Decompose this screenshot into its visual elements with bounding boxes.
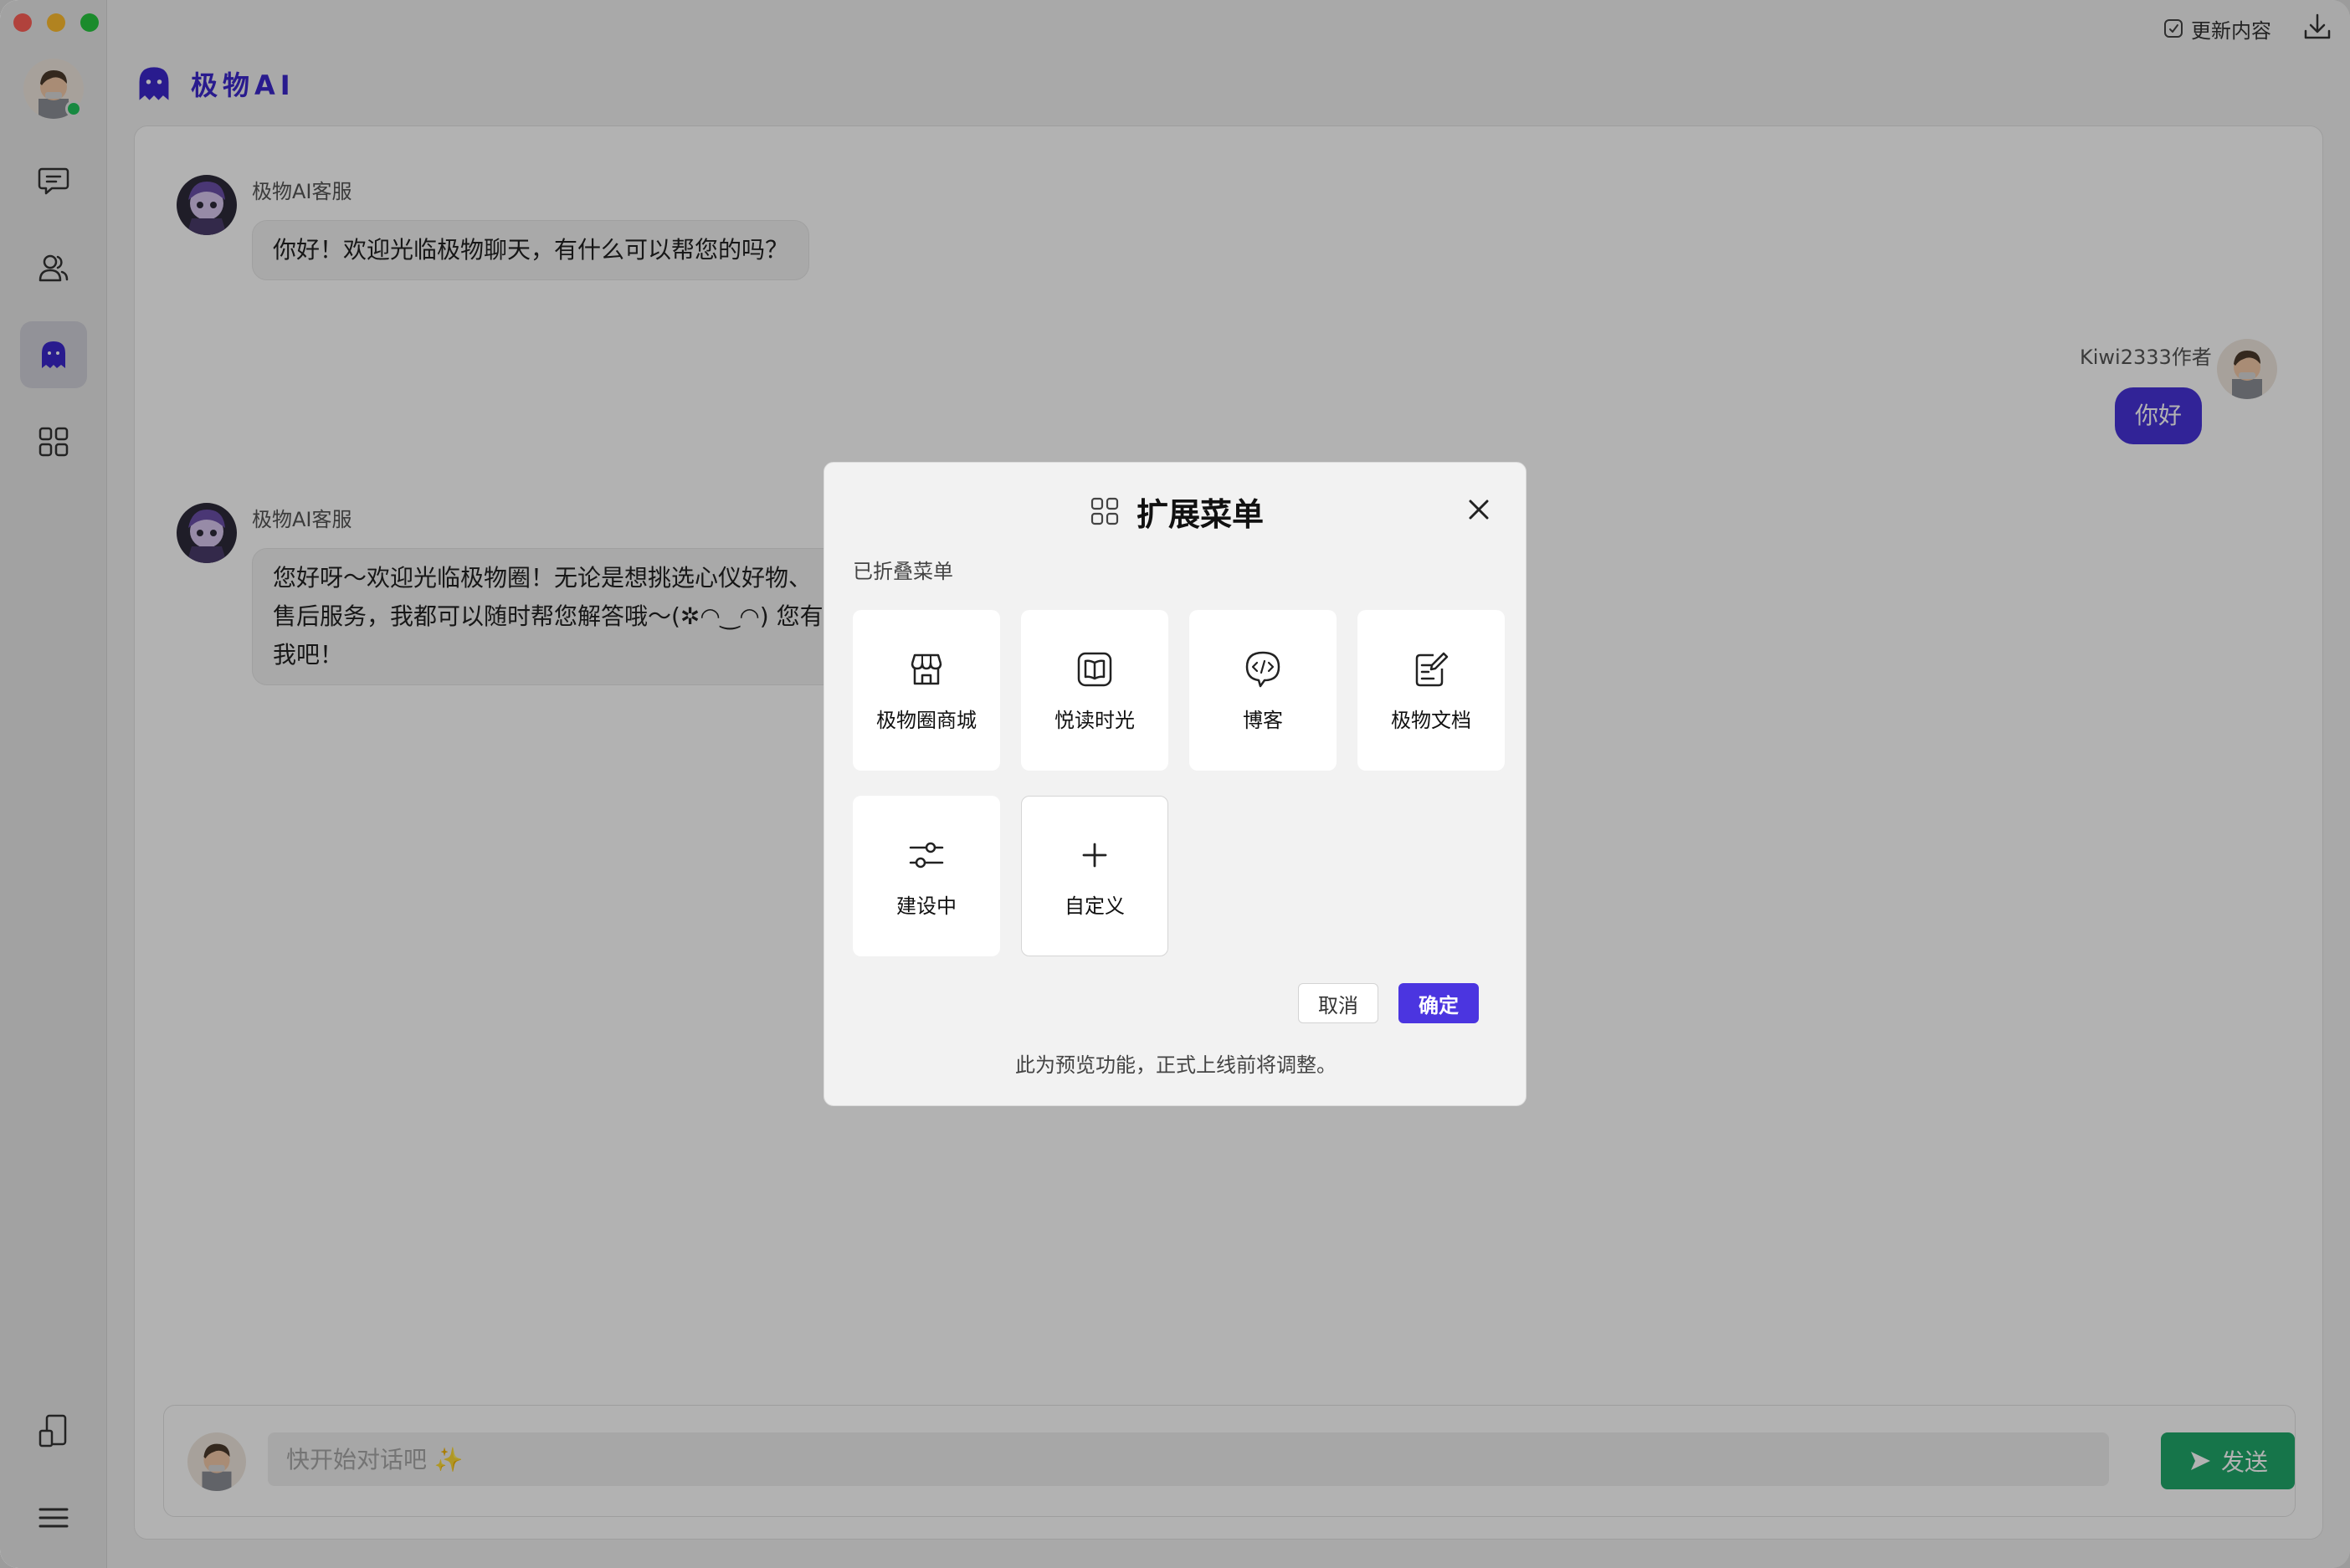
bot-avatar-illustration [177, 175, 237, 235]
minimize-window-button[interactable] [47, 13, 65, 32]
sidebar [0, 0, 107, 1568]
update-label: 更新内容 [2191, 18, 2271, 43]
brand-name: 极物AI [191, 69, 295, 101]
device-icon [38, 1414, 67, 1448]
bot-avatar[interactable] [177, 503, 237, 563]
tile-label: 悦读时光 [1054, 708, 1135, 732]
extension-menu-dialog: 扩展菜单 已折叠菜单 极物圈商城 悦读时光 博客 极物文档 建设中 自定义 取消… [824, 462, 1526, 1106]
composer-avatar [187, 1432, 246, 1491]
brand-header: 极物AI [134, 60, 295, 107]
tile-store[interactable]: 极物圈商城 [853, 610, 1000, 771]
tile-blog[interactable]: 博客 [1189, 610, 1337, 771]
sliders-icon [909, 842, 944, 868]
download-button[interactable] [2301, 11, 2333, 46]
close-icon [1469, 500, 1489, 520]
send-label: 发送 [2220, 1448, 2268, 1476]
send-button[interactable]: 发送 [2161, 1432, 2295, 1489]
close-window-button[interactable] [13, 13, 32, 32]
user-avatar-illustration [2217, 339, 2277, 399]
plus-icon [1082, 843, 1107, 867]
tile-custom[interactable]: 自定义 [1021, 796, 1168, 956]
code-chat-icon [1245, 651, 1280, 687]
menu-tile-grid: 极物圈商城 悦读时光 博客 极物文档 建设中 自定义 [853, 610, 1506, 956]
book-icon [1077, 652, 1112, 686]
update-icon [2164, 19, 2183, 38]
sidebar-item-menu[interactable] [20, 1484, 87, 1551]
user-message-bubble: 你好 [2115, 387, 2203, 444]
message-bubble: 你好！欢迎光临极物聊天，有什么可以帮您的吗？ [252, 220, 810, 280]
message-sender: Kiwi2333作者 [2080, 346, 2212, 369]
tile-label: 极物文档 [1391, 708, 1471, 732]
tile-label: 极物圈商城 [876, 708, 977, 732]
dialog-close-button[interactable] [1462, 493, 1496, 526]
sidebar-item-device[interactable] [20, 1397, 87, 1464]
app-window: 更新内容 极物AI 极物AI客服 你好！欢迎光临极物聊天，有什么可以帮您的吗？ … [0, 0, 2350, 1568]
tile-label: 博客 [1243, 708, 1283, 732]
cancel-button[interactable]: 取消 [1298, 983, 1378, 1023]
download-icon [2304, 13, 2331, 39]
chat-icon [38, 167, 69, 195]
composer-avatar-illustration [187, 1432, 246, 1491]
topbar-actions: 更新内容 [2163, 12, 2333, 45]
sidebar-item-ai[interactable] [20, 321, 87, 388]
bot-avatar-illustration [177, 503, 237, 563]
ghost-icon [42, 341, 65, 368]
sidebar-item-chat[interactable] [20, 147, 87, 214]
tile-label: 自定义 [1065, 894, 1125, 918]
dialog-title-text: 扩展菜单 [1136, 495, 1264, 533]
contacts-icon [38, 254, 69, 282]
confirm-button[interactable]: 确定 [1398, 983, 1479, 1023]
online-status-dot [65, 100, 82, 117]
tile-label: 建设中 [896, 894, 957, 918]
message-input[interactable] [268, 1432, 2109, 1486]
grid-icon [1090, 497, 1119, 525]
dialog-title: 扩展菜单 [824, 486, 1527, 536]
tile-docs[interactable]: 极物文档 [1357, 610, 1505, 771]
sidebar-item-apps[interactable] [20, 408, 87, 475]
message-sender: 极物AI客服 [252, 180, 352, 203]
send-icon [2190, 1452, 2210, 1470]
tile-under-construction[interactable]: 建设中 [853, 796, 1000, 956]
message-composer: 发送 [163, 1405, 2296, 1517]
preview-notice: 此为预览功能，正式上线前将调整。 [1015, 1053, 1337, 1077]
zoom-window-button[interactable] [80, 13, 99, 32]
hamburger-menu-icon [38, 1508, 69, 1528]
ghost-logo-icon [139, 67, 169, 100]
user-message-avatar[interactable] [2217, 339, 2277, 399]
document-edit-icon [1415, 652, 1449, 686]
message-sender: 极物AI客服 [252, 508, 352, 531]
store-icon [911, 653, 942, 684]
section-label: 已折叠菜单 [853, 560, 953, 583]
grid-icon [38, 427, 69, 457]
bot-avatar[interactable] [177, 175, 237, 235]
sidebar-item-contacts[interactable] [20, 234, 87, 301]
update-notes-link[interactable]: 更新内容 [2163, 14, 2271, 44]
tile-reading[interactable]: 悦读时光 [1021, 610, 1168, 771]
